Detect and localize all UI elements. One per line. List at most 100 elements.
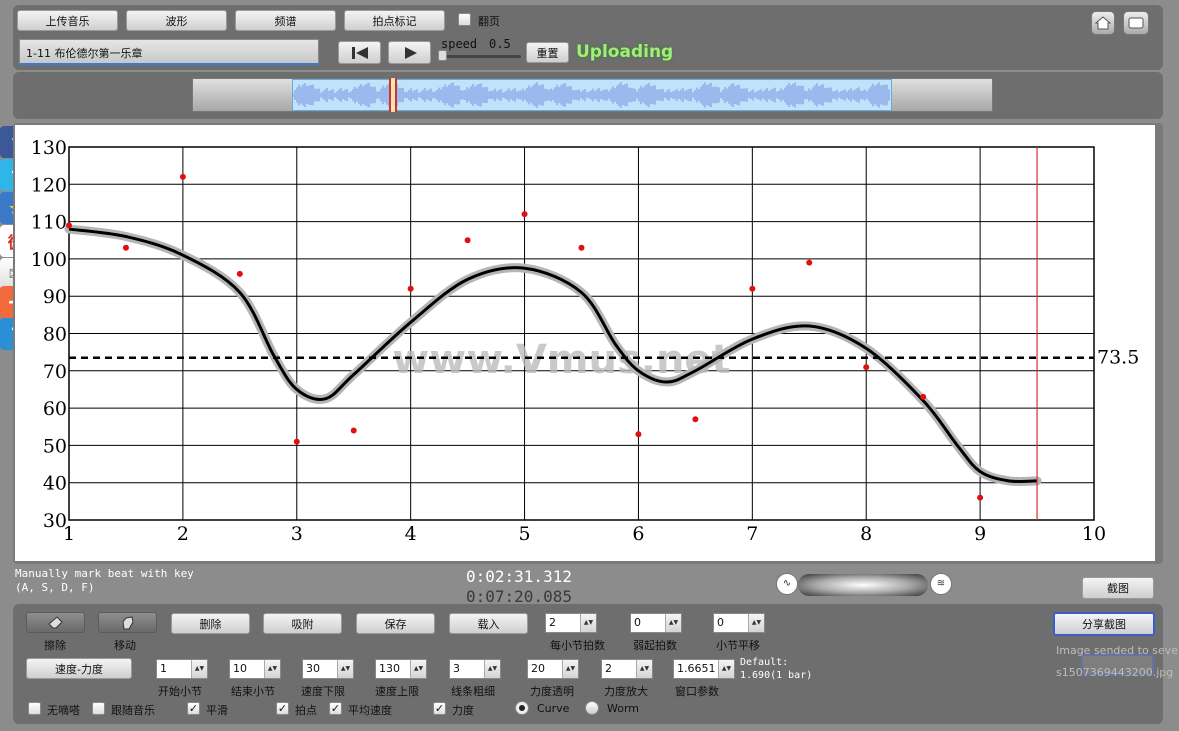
line-width-stepper[interactable]: 3 ▲▼ (449, 659, 501, 679)
beats-per-bar-stepper[interactable]: 2 ▲▼ (545, 613, 597, 633)
volume-track[interactable] (798, 574, 928, 596)
y-tick-label: 110 (31, 212, 67, 234)
stepper-arrows[interactable]: ▲▼ (410, 660, 426, 678)
pickup-beats-stepper[interactable]: 0 ▲▼ (630, 613, 682, 633)
stepper-arrows[interactable]: ▲▼ (748, 614, 764, 632)
y-tick-label: 120 (31, 174, 67, 196)
volume-slider[interactable]: ∿ ≋ (776, 573, 954, 597)
dyn-opacity-stepper[interactable]: 20 ▲▼ (527, 659, 579, 679)
x-tick-label: 7 (746, 523, 758, 545)
dyn-zoom-label: 力度放大 (604, 685, 648, 698)
reset-button[interactable]: 重置 (526, 42, 569, 63)
speed-label: speed (441, 37, 478, 51)
stepper-arrows[interactable]: ▲▼ (718, 660, 734, 678)
stepper-arrows[interactable]: ▲▼ (636, 660, 652, 678)
play-button[interactable] (388, 41, 431, 64)
waveform-large-icon: ≋ (930, 573, 952, 595)
follow-music-checkbox[interactable] (92, 702, 105, 715)
start-bar-value: 1 (160, 662, 167, 675)
avg-tempo-label: 平均速度 (348, 704, 392, 717)
upload-music-button[interactable]: 上传音乐 (17, 10, 118, 31)
y-tick-label: 40 (43, 473, 67, 495)
x-tick-label: 8 (860, 523, 872, 545)
window-param-value: 1.6651 (677, 662, 716, 675)
beat-point (66, 222, 72, 229)
stepper-arrows[interactable]: ▲▼ (484, 660, 500, 678)
waveform-playhead[interactable] (389, 78, 397, 112)
default-line1: Default: (740, 657, 789, 668)
y-tick-label: 130 (31, 137, 67, 159)
track-title-field[interactable]: 1-11 布伦德尔第一乐章 (19, 39, 319, 65)
waveform-window[interactable] (292, 78, 892, 112)
stepper-arrows[interactable]: ▲▼ (191, 660, 207, 678)
y-tick-label: 100 (31, 249, 67, 271)
speed-slider-handle[interactable] (438, 50, 447, 61)
file-name-text: s1507369443200.jpg (1056, 666, 1174, 679)
tempo-min-stepper[interactable]: 30 ▲▼ (302, 659, 354, 679)
smooth-checkbox[interactable]: ✓ (187, 702, 200, 715)
waveform-panel (13, 72, 1163, 119)
hint-line1: Manually mark beat with key (15, 567, 194, 580)
home-button[interactable] (1091, 11, 1115, 35)
start-bar-stepper[interactable]: 1 ▲▼ (156, 659, 208, 679)
page-turn-label: 翻页 (478, 15, 500, 28)
beat-point (749, 285, 756, 292)
curve-radio[interactable] (515, 701, 529, 715)
dynamics-checkbox[interactable]: ✓ (433, 702, 446, 715)
chart-panel: 1 2 3 4 5 6 7 8 9 10 30 40 50 60 70 80 90 100 110 120 130 www… (13, 123, 1163, 564)
attach-button[interactable]: 吸附 (263, 613, 342, 634)
beat-points-checkbox[interactable]: ✓ (276, 702, 289, 715)
top-toolbar: 上传音乐 波形 频谱 拍点标记 翻页 1-11 布伦德尔第一乐章 speed 0… (13, 5, 1163, 70)
chart-canvas[interactable]: 1 2 3 4 5 6 7 8 9 10 30 40 50 60 70 80 90 100 110 120 130 www… (15, 125, 1155, 561)
beat-mark-button[interactable]: 拍点标记 (344, 10, 445, 31)
end-bar-value: 10 (233, 662, 247, 675)
spectrum-button[interactable]: 频谱 (235, 10, 336, 31)
waveform-button[interactable]: 波形 (126, 10, 227, 31)
move-button[interactable] (98, 612, 157, 633)
prev-button[interactable] (338, 41, 381, 64)
stepper-arrows[interactable]: ▲▼ (665, 614, 681, 632)
stepper-arrows[interactable]: ▲▼ (580, 614, 596, 632)
y-tick-label: 50 (43, 435, 67, 457)
dynamics-label: 力度 (452, 704, 474, 717)
y-tick-label: 70 (43, 361, 67, 383)
stepper-arrows[interactable]: ▲▼ (264, 660, 280, 678)
dyn-opacity-value: 20 (531, 662, 545, 675)
no-metronome-checkbox[interactable] (28, 702, 41, 715)
radio-dot (519, 705, 525, 711)
delete-button[interactable]: 删除 (171, 613, 250, 634)
pickup-beats-label: 弱起拍数 (633, 639, 677, 652)
pickup-beats-value: 0 (634, 616, 641, 629)
smooth-label: 平滑 (206, 704, 228, 717)
window-param-stepper[interactable]: 1.6651 ▲▼ (673, 659, 735, 679)
screen-button[interactable] (1123, 11, 1149, 35)
dyn-zoom-value: 2 (605, 662, 612, 675)
stepper-arrows[interactable]: ▲▼ (562, 660, 578, 678)
page-turn-checkbox[interactable] (458, 13, 471, 26)
mode-button[interactable]: 速度-力度 (26, 658, 132, 679)
end-bar-stepper[interactable]: 10 ▲▼ (229, 659, 281, 679)
worm-radio[interactable] (585, 701, 599, 715)
tempo-chart[interactable]: 1 2 3 4 5 6 7 8 9 1030405060708090100110120130www… (15, 125, 1155, 561)
time-current: 0:02:31.312 (466, 567, 572, 586)
load-button[interactable]: 载入 (449, 613, 528, 634)
avg-tempo-checkbox[interactable]: ✓ (329, 702, 342, 715)
play-icon (404, 46, 417, 59)
beat-point (977, 494, 984, 501)
tempo-max-stepper[interactable]: 130 ▲▼ (375, 659, 427, 679)
waveform-graph (293, 82, 890, 108)
waveform-track[interactable] (192, 78, 993, 112)
home-icon (1095, 16, 1111, 30)
line-width-label: 线条粗细 (451, 685, 495, 698)
beats-per-bar-value: 2 (549, 616, 556, 629)
beat-point (464, 237, 471, 244)
speed-slider[interactable] (438, 50, 521, 61)
dyn-zoom-stepper[interactable]: 2 ▲▼ (601, 659, 653, 679)
screenshot-button[interactable]: 截图 (1082, 577, 1154, 599)
eraser-button[interactable] (26, 612, 85, 633)
share-screenshot-button[interactable]: 分享截图 (1053, 612, 1155, 636)
stepper-arrows[interactable]: ▲▼ (337, 660, 353, 678)
bar-shift-stepper[interactable]: 0 ▲▼ (713, 613, 765, 633)
save-button[interactable]: 保存 (356, 613, 435, 634)
beat-point (920, 393, 927, 400)
